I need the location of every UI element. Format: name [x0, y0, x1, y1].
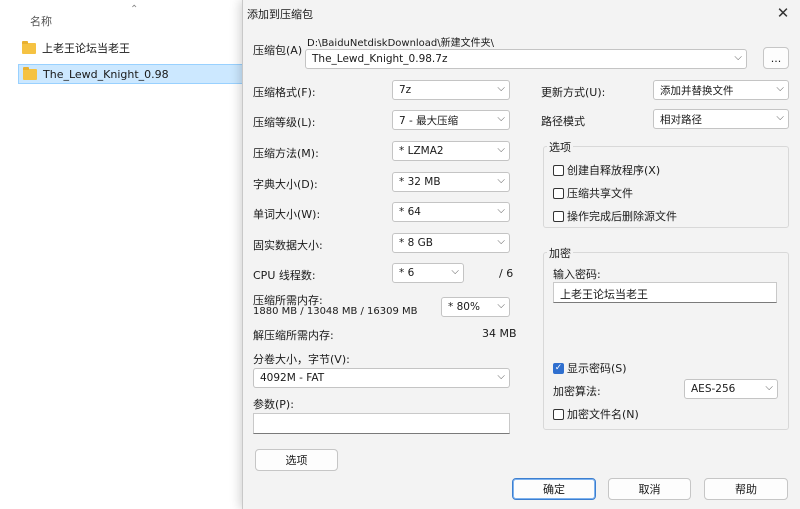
format-select[interactable]: 7z ⌵	[392, 80, 510, 100]
path-mode-label: 路径模式	[541, 115, 585, 128]
path-mode-select[interactable]: 相对路径 ⌵	[653, 109, 789, 129]
format-label: 压缩格式(F):	[253, 86, 316, 99]
solid-value: * 8 GB	[399, 237, 433, 249]
level-label: 压缩等级(L):	[253, 116, 316, 129]
checkbox-unchecked-icon	[553, 210, 564, 222]
encrypt-names-label: 加密文件名(N)	[567, 408, 639, 421]
delete-after-checkbox[interactable]: 操作完成后删除源文件	[553, 208, 677, 224]
list-item[interactable]: 上老王论坛当老王	[18, 38, 248, 58]
add-to-archive-dialog: 添加到压缩包 ✕ 压缩包(A) D:\BaiduNetdiskDownload\…	[242, 0, 800, 509]
chevron-down-icon: ⌵	[497, 371, 505, 382]
browse-button[interactable]: ...	[763, 47, 789, 69]
archive-path: D:\BaiduNetdiskDownload\新建文件夹\	[307, 38, 495, 49]
encryption-group-title: 加密	[547, 245, 573, 261]
update-value: 添加并替换文件	[660, 84, 734, 97]
shared-checkbox[interactable]: 压缩共享文件	[553, 185, 633, 201]
volume-label: 分卷大小，字节(V):	[253, 353, 350, 366]
threads-label: CPU 线程数:	[253, 269, 316, 282]
dialog-titlebar[interactable]: 添加到压缩包 ✕	[243, 0, 800, 26]
word-label: 单词大小(W):	[253, 208, 321, 221]
mem-decompress-value: 34 MB	[482, 327, 517, 340]
password-input[interactable]: 上老王论坛当老王	[553, 282, 777, 303]
delete-after-label: 操作完成后删除源文件	[567, 210, 677, 223]
file-name: The_Lewd_Knight_0.98	[43, 67, 169, 81]
level-select[interactable]: 7 - 最大压缩 ⌵	[392, 110, 510, 130]
archive-name-combo[interactable]: The_Lewd_Knight_0.98.7z ⌵	[305, 49, 747, 69]
folder-icon	[22, 40, 36, 54]
help-button[interactable]: 帮助	[704, 478, 788, 500]
shared-label: 压缩共享文件	[567, 187, 633, 200]
format-value: 7z	[399, 84, 412, 96]
chevron-down-icon: ⌵	[497, 144, 505, 155]
mem-percent-value: * 80%	[448, 301, 480, 313]
chevron-down-icon: ⌵	[451, 266, 459, 277]
chevron-down-icon: ⌵	[734, 52, 742, 63]
chevron-down-icon: ⌵	[497, 113, 505, 124]
volume-value: 4092M - FAT	[260, 372, 325, 384]
word-select[interactable]: * 64 ⌵	[392, 202, 510, 222]
chevron-down-icon: ⌵	[497, 83, 505, 94]
checkbox-unchecked-icon	[553, 187, 564, 199]
checkbox-unchecked-icon	[553, 408, 564, 420]
mem-decompress-label: 解压缩所需内存:	[253, 329, 334, 342]
dict-value: * 32 MB	[399, 176, 441, 188]
list-item-selected[interactable]: The_Lewd_Knight_0.98	[18, 64, 248, 84]
archive-label: 压缩包(A)	[253, 44, 303, 57]
checkbox-unchecked-icon	[553, 164, 564, 176]
chevron-down-icon: ⌵	[776, 83, 784, 94]
dict-select[interactable]: * 32 MB ⌵	[392, 172, 510, 192]
mem-percent-select[interactable]: * 80% ⌵	[441, 297, 510, 317]
show-password-label: 显示密码(S)	[567, 362, 627, 375]
update-label: 更新方式(U):	[541, 86, 606, 99]
path-mode-value: 相对路径	[660, 113, 702, 126]
chevron-down-icon: ⌵	[497, 175, 505, 186]
solid-select[interactable]: * 8 GB ⌵	[392, 233, 510, 253]
solid-label: 固实数据大小:	[253, 239, 323, 252]
file-name: 上老王论坛当老王	[42, 42, 130, 55]
sfx-label: 创建自释放程序(X)	[567, 164, 661, 177]
options-group-title: 选项	[547, 139, 573, 155]
column-header-name[interactable]: 名称	[30, 13, 52, 29]
show-password-checkbox[interactable]: ✓ 显示密码(S)	[553, 360, 627, 376]
chevron-down-icon: ⌵	[497, 236, 505, 247]
encryption-method-value: AES-256	[691, 383, 736, 395]
params-input[interactable]	[253, 413, 510, 434]
password-label: 输入密码:	[553, 268, 601, 281]
cancel-button[interactable]: 取消	[608, 478, 691, 500]
chevron-down-icon: ⌵	[497, 205, 505, 216]
threads-value: * 6	[399, 267, 415, 279]
chevron-down-icon: ⌵	[497, 300, 505, 311]
update-select[interactable]: 添加并替换文件 ⌵	[653, 80, 789, 100]
level-value: 7 - 最大压缩	[399, 114, 459, 127]
mem-compress-detail: 1880 MB / 13048 MB / 16309 MB	[253, 306, 418, 317]
encrypt-names-checkbox[interactable]: 加密文件名(N)	[553, 406, 639, 422]
dialog-title: 添加到压缩包	[247, 8, 313, 21]
options-button[interactable]: 选项	[255, 449, 338, 471]
volume-select[interactable]: 4092M - FAT ⌵	[253, 368, 510, 388]
close-icon[interactable]: ✕	[772, 2, 794, 24]
chevron-down-icon: ⌵	[765, 382, 773, 393]
checkbox-checked-icon: ✓	[553, 362, 564, 374]
params-label: 参数(P):	[253, 398, 294, 411]
method-value: * LZMA2	[399, 145, 444, 157]
ok-button[interactable]: 确定	[512, 478, 596, 500]
method-select[interactable]: * LZMA2 ⌵	[392, 141, 510, 161]
file-explorer: 名称 ⌃ 上老王论坛当老王 The_Lewd_Knight_0.98	[0, 0, 248, 509]
dict-label: 字典大小(D):	[253, 178, 318, 191]
folder-icon	[23, 66, 37, 80]
method-label: 压缩方法(M):	[253, 147, 319, 160]
archive-name-value: The_Lewd_Knight_0.98.7z	[312, 53, 448, 65]
chevron-down-icon: ⌵	[776, 112, 784, 123]
threads-select[interactable]: * 6 ⌵	[392, 263, 464, 283]
sfx-checkbox[interactable]: 创建自释放程序(X)	[553, 162, 660, 178]
encryption-method-select[interactable]: AES-256 ⌵	[684, 379, 778, 399]
word-value: * 64	[399, 206, 421, 218]
threads-total: / 6	[499, 267, 514, 280]
encryption-method-label: 加密算法:	[553, 385, 601, 398]
sort-ascending-icon: ⌃	[130, 4, 139, 15]
